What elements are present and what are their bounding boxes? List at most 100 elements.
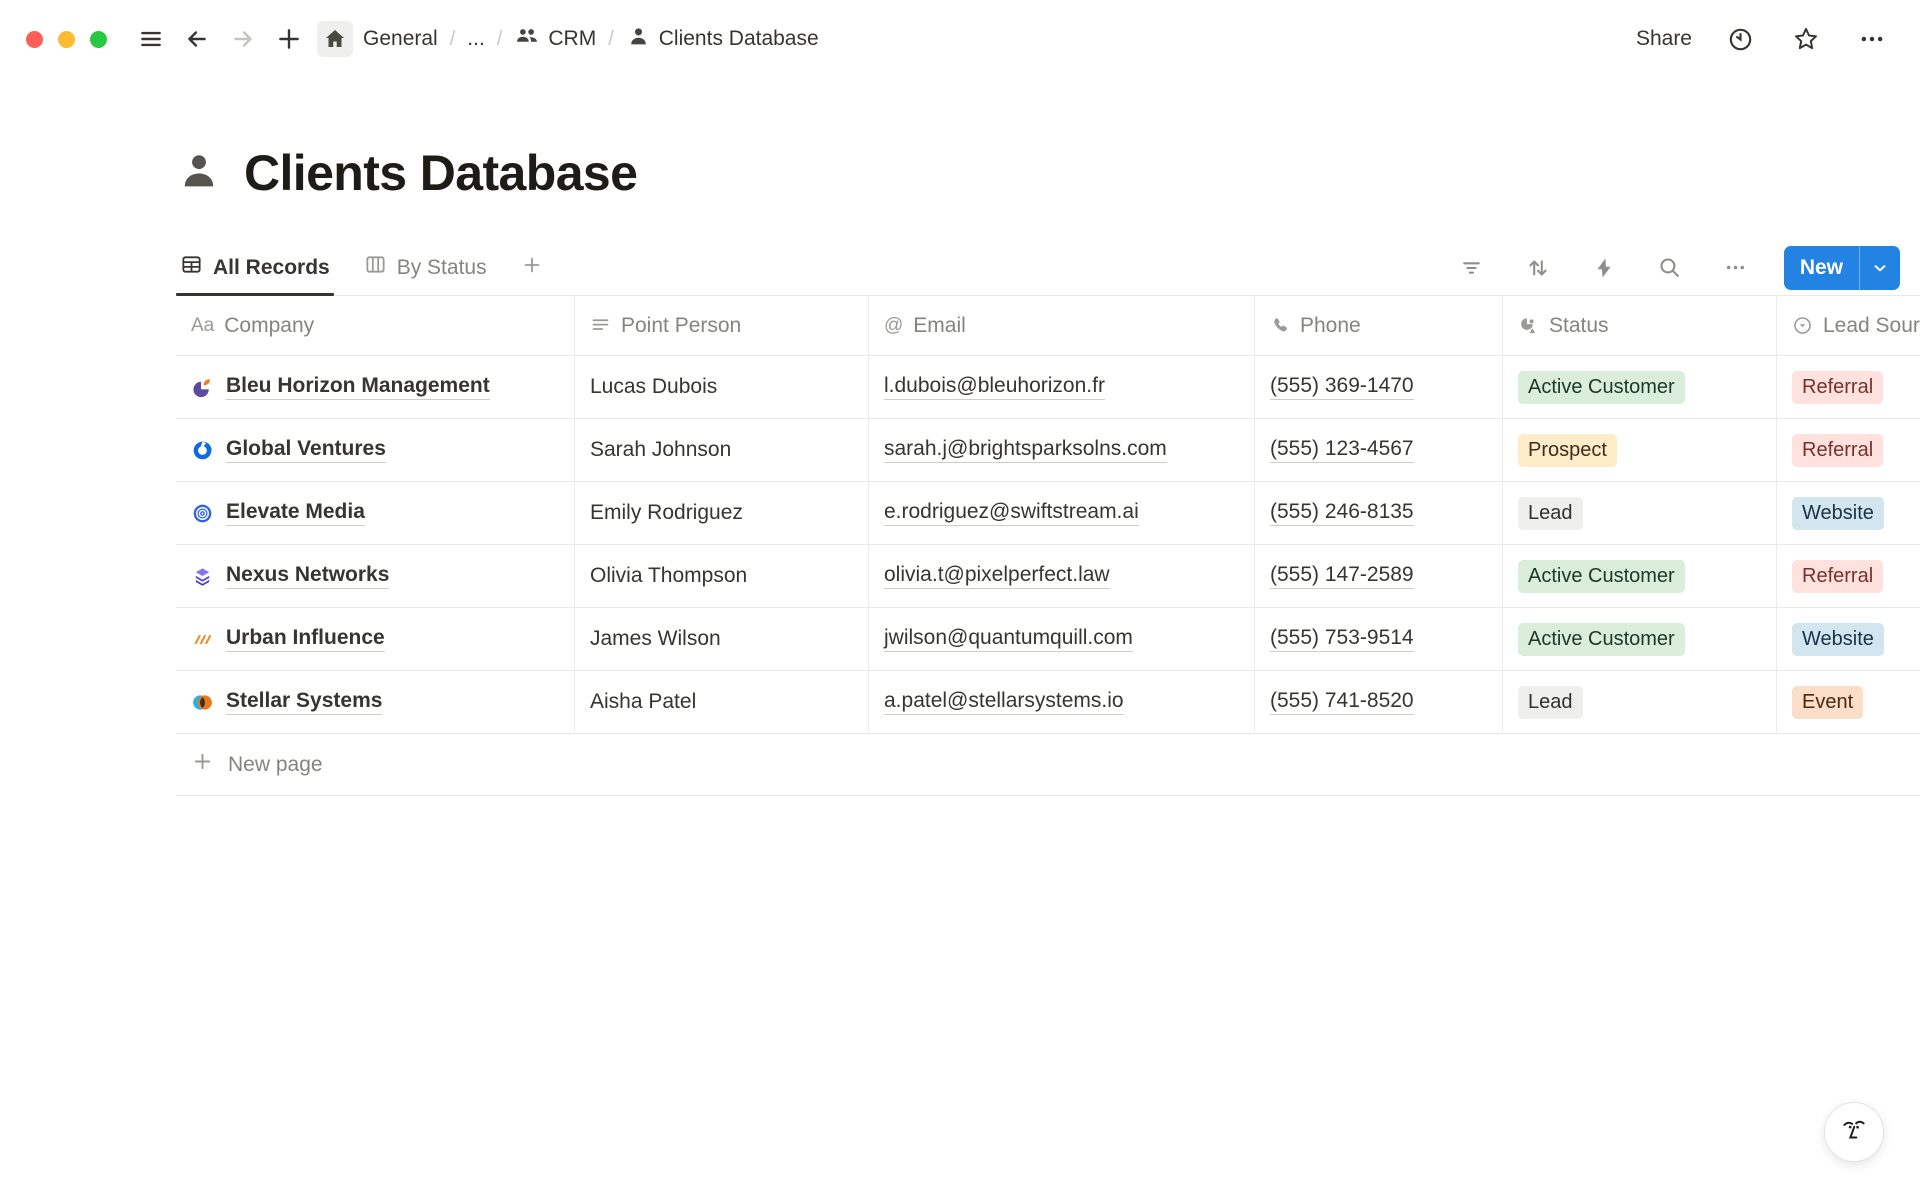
point-person-cell[interactable]: Aisha Patel <box>575 671 869 733</box>
text-icon <box>590 315 611 336</box>
breadcrumb-general[interactable]: General <box>363 27 438 51</box>
point-person-cell[interactable]: Lucas Dubois <box>575 356 869 418</box>
breadcrumb-clients-database[interactable]: Clients Database <box>626 24 819 55</box>
back-button[interactable] <box>179 21 215 57</box>
search-button[interactable] <box>1652 250 1688 286</box>
new-page-button[interactable]: New page <box>176 734 1920 796</box>
table-row[interactable]: Elevate Media Emily Rodriguez e.rodrigue… <box>176 482 1920 545</box>
share-button[interactable]: Share <box>1636 27 1692 51</box>
company-name-link[interactable]: Stellar Systems <box>226 689 382 715</box>
lead-source-badge[interactable]: Website <box>1792 497 1884 530</box>
view-more-button[interactable] <box>1718 250 1754 286</box>
tab-all-records[interactable]: All Records <box>176 240 334 295</box>
column-header-point-person[interactable]: Point Person <box>575 296 869 355</box>
point-person-cell[interactable]: Emily Rodriguez <box>575 482 869 544</box>
automations-button[interactable] <box>1586 250 1622 286</box>
phone-cell[interactable]: (555) 246-8135 <box>1255 482 1503 544</box>
status-cell[interactable]: Active Customer <box>1503 608 1777 670</box>
updates-button[interactable] <box>1722 21 1758 57</box>
lead-source-cell[interactable]: Referral <box>1777 545 1920 607</box>
column-header-company[interactable]: Aa Company <box>176 296 575 355</box>
company-name-link[interactable]: Nexus Networks <box>226 563 389 589</box>
chevron-down-icon[interactable] <box>1859 246 1900 290</box>
status-badge[interactable]: Active Customer <box>1518 560 1685 593</box>
status-badge[interactable]: Active Customer <box>1518 371 1685 404</box>
company-cell[interactable]: Global Ventures <box>176 419 575 481</box>
more-options-button[interactable] <box>1854 21 1890 57</box>
sidebar-menu-button[interactable] <box>133 21 169 57</box>
company-cell[interactable]: Stellar Systems <box>176 671 575 733</box>
filter-button[interactable] <box>1454 250 1490 286</box>
company-logo-icon <box>191 628 214 651</box>
status-cell[interactable]: Prospect <box>1503 419 1777 481</box>
company-cell[interactable]: Urban Influence <box>176 608 575 670</box>
breadcrumb-page-label: Clients Database <box>659 27 819 51</box>
breadcrumb-crm[interactable]: CRM <box>514 23 596 55</box>
table-row[interactable]: Global Ventures Sarah Johnson sarah.j@br… <box>176 419 1920 482</box>
company-cell[interactable]: Bleu Horizon Management <box>176 356 575 418</box>
point-person-cell[interactable]: Olivia Thompson <box>575 545 869 607</box>
status-cell[interactable]: Active Customer <box>1503 545 1777 607</box>
company-cell[interactable]: Nexus Networks <box>176 545 575 607</box>
sort-button[interactable] <box>1520 250 1556 286</box>
company-name-link[interactable]: Elevate Media <box>226 500 365 526</box>
email-cell[interactable]: jwilson@quantumquill.com <box>869 608 1255 670</box>
point-person-cell[interactable]: Sarah Johnson <box>575 419 869 481</box>
table-row[interactable]: Nexus Networks Olivia Thompson olivia.t@… <box>176 545 1920 608</box>
lead-source-badge[interactable]: Event <box>1792 686 1863 719</box>
column-header-status[interactable]: Status <box>1503 296 1777 355</box>
zoom-window-button[interactable] <box>90 31 107 48</box>
email-cell[interactable]: olivia.t@pixelperfect.law <box>869 545 1255 607</box>
new-record-button[interactable]: New <box>1784 246 1900 290</box>
phone-cell[interactable]: (555) 753-9514 <box>1255 608 1503 670</box>
lead-source-badge[interactable]: Referral <box>1792 560 1883 593</box>
page-title[interactable]: Clients Database <box>244 144 637 202</box>
lead-source-cell[interactable]: Referral <box>1777 419 1920 481</box>
column-header-email[interactable]: @ Email <box>869 296 1255 355</box>
status-badge[interactable]: Prospect <box>1518 434 1617 467</box>
company-name-link[interactable]: Global Ventures <box>226 437 386 463</box>
email-cell[interactable]: sarah.j@brightsparksolns.com <box>869 419 1255 481</box>
close-window-button[interactable] <box>26 31 43 48</box>
status-badge[interactable]: Active Customer <box>1518 623 1685 656</box>
lead-source-badge[interactable]: Website <box>1792 623 1884 656</box>
status-badge[interactable]: Lead <box>1518 686 1583 719</box>
home-button[interactable] <box>317 21 353 57</box>
status-badge[interactable]: Lead <box>1518 497 1583 530</box>
lead-source-cell[interactable]: Website <box>1777 482 1920 544</box>
tab-by-status[interactable]: By Status <box>360 240 491 295</box>
notion-ai-button[interactable] <box>1824 1102 1884 1162</box>
column-header-phone[interactable]: Phone <box>1255 296 1503 355</box>
new-tab-button[interactable] <box>271 21 307 57</box>
company-cell[interactable]: Elevate Media <box>176 482 575 544</box>
point-person-cell[interactable]: James Wilson <box>575 608 869 670</box>
company-name-link[interactable]: Bleu Horizon Management <box>226 374 490 400</box>
breadcrumb-crm-label: CRM <box>548 27 596 51</box>
status-cell[interactable]: Lead <box>1503 671 1777 733</box>
page-icon[interactable] <box>176 148 222 199</box>
phone-cell[interactable]: (555) 147-2589 <box>1255 545 1503 607</box>
table-row[interactable]: Urban Influence James Wilson jwilson@qua… <box>176 608 1920 671</box>
phone-cell[interactable]: (555) 123-4567 <box>1255 419 1503 481</box>
phone-cell[interactable]: (555) 369-1470 <box>1255 356 1503 418</box>
company-name-link[interactable]: Urban Influence <box>226 626 385 652</box>
email-cell[interactable]: a.patel@stellarsystems.io <box>869 671 1255 733</box>
column-header-lead-source[interactable]: Lead Source <box>1777 296 1920 355</box>
breadcrumb-ellipsis[interactable]: ... <box>467 27 485 51</box>
lead-source-cell[interactable]: Referral <box>1777 356 1920 418</box>
status-cell[interactable]: Active Customer <box>1503 356 1777 418</box>
lead-source-badge[interactable]: Referral <box>1792 434 1883 467</box>
lead-source-cell[interactable]: Event <box>1777 671 1920 733</box>
status-cell[interactable]: Lead <box>1503 482 1777 544</box>
forward-button[interactable] <box>225 21 261 57</box>
email-cell[interactable]: e.rodriguez@swiftstream.ai <box>869 482 1255 544</box>
phone-cell[interactable]: (555) 741-8520 <box>1255 671 1503 733</box>
lead-source-cell[interactable]: Website <box>1777 608 1920 670</box>
email-cell[interactable]: l.dubois@bleuhorizon.fr <box>869 356 1255 418</box>
favorite-button[interactable] <box>1788 21 1824 57</box>
table-row[interactable]: Bleu Horizon Management Lucas Dubois l.d… <box>176 356 1920 419</box>
table-row[interactable]: Stellar Systems Aisha Patel a.patel@stel… <box>176 671 1920 734</box>
lead-source-badge[interactable]: Referral <box>1792 371 1883 404</box>
minimize-window-button[interactable] <box>58 31 75 48</box>
add-view-button[interactable] <box>517 240 547 295</box>
